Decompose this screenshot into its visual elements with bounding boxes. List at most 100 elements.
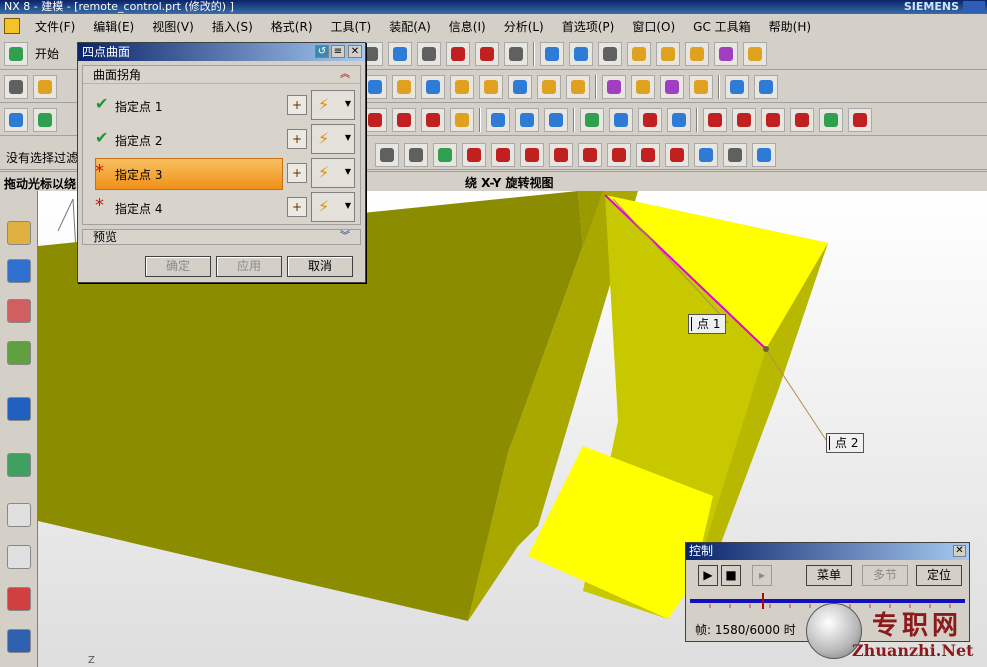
- clock-icon[interactable]: [7, 503, 31, 527]
- section-icon[interactable]: [446, 41, 471, 66]
- specify-point-row-2[interactable]: ✔ 指定点 2 + ⚡ ▼: [87, 124, 357, 156]
- reuse-library-icon[interactable]: [7, 341, 31, 365]
- fast-forward-icon[interactable]: [790, 107, 814, 132]
- dialog-collapse-icon[interactable]: ≡: [331, 45, 345, 58]
- point-dialog-button[interactable]: +: [287, 197, 307, 217]
- rotate-icon[interactable]: [375, 142, 399, 167]
- point-on-curve-icon[interactable]: [665, 142, 689, 167]
- pad-icon[interactable]: [508, 74, 532, 99]
- menu-button[interactable]: 菜单: [806, 565, 852, 586]
- apply-button[interactable]: 应用: [216, 256, 282, 277]
- part-navigator-icon[interactable]: [7, 299, 31, 323]
- menu-window[interactable]: 窗口(O): [623, 18, 684, 35]
- new-icon[interactable]: [4, 74, 28, 99]
- boss-icon[interactable]: [450, 74, 474, 99]
- specify-point-row-1[interactable]: ✔ 指定点 1 + ⚡ ▼: [87, 90, 357, 122]
- layer-settings-icon[interactable]: [33, 107, 57, 132]
- dialog-reset-icon[interactable]: ↺: [315, 45, 329, 58]
- menu-edit[interactable]: 编辑(E): [84, 18, 143, 35]
- inferred-point-dropdown[interactable]: ⚡ ▼: [311, 192, 355, 222]
- snap-points-icon[interactable]: [433, 142, 457, 167]
- mid-point-icon[interactable]: [491, 142, 515, 167]
- picked-point-marker[interactable]: [763, 346, 769, 352]
- multi-section-button[interactable]: 多节: [862, 565, 908, 586]
- snap-icon[interactable]: [685, 41, 710, 66]
- menu-analysis[interactable]: 分析(L): [495, 18, 553, 35]
- check-icon[interactable]: [580, 107, 604, 132]
- specify-point-row-3[interactable]: * 指定点 3 + ⚡ ▼: [87, 158, 357, 190]
- trim-icon[interactable]: [660, 74, 684, 99]
- wcs-icon[interactable]: [627, 41, 652, 66]
- assembly-navigator-icon[interactable]: [7, 221, 31, 245]
- specify-point-row-4[interactable]: * 指定点 4 + ⚡ ▼: [87, 192, 357, 224]
- step-back-icon[interactable]: [732, 107, 756, 132]
- web-browser-icon[interactable]: [7, 397, 31, 421]
- control-point-icon[interactable]: [520, 142, 544, 167]
- thread-icon[interactable]: [450, 107, 474, 132]
- edit-object-icon[interactable]: [656, 41, 681, 66]
- measure-icon[interactable]: [743, 41, 768, 66]
- selection-filter-label[interactable]: 没有选择过滤: [6, 149, 78, 166]
- menu-tools[interactable]: 工具(T): [322, 18, 381, 35]
- spring-icon[interactable]: [515, 107, 539, 132]
- group-icon[interactable]: [392, 107, 416, 132]
- point-dialog-button[interactable]: +: [287, 95, 307, 115]
- through-curves-icon[interactable]: [566, 74, 590, 99]
- constraint-navigator-icon[interactable]: [7, 259, 31, 283]
- menu-file[interactable]: 文件(F): [26, 18, 84, 35]
- end-point-icon[interactable]: [462, 142, 486, 167]
- chamfer-icon[interactable]: [631, 74, 655, 99]
- assembly-icon[interactable]: [609, 107, 633, 132]
- specify-point-label[interactable]: 指定点 3: [115, 166, 162, 183]
- locate-button[interactable]: 定位: [916, 565, 962, 586]
- extrude-icon[interactable]: [363, 74, 387, 99]
- table-icon[interactable]: [638, 107, 662, 132]
- render-style-icon[interactable]: [504, 41, 529, 66]
- surface-icon[interactable]: [725, 74, 749, 99]
- shade-icon[interactable]: [417, 41, 442, 66]
- menu-assembly[interactable]: 装配(A): [380, 18, 440, 35]
- stop-button[interactable]: ■: [721, 565, 741, 586]
- menu-format[interactable]: 格式(R): [262, 18, 322, 35]
- chevron-down-icon[interactable]: ︾: [340, 230, 350, 244]
- point-dialog-button[interactable]: +: [287, 163, 307, 183]
- constraint-icon[interactable]: [544, 107, 568, 132]
- chevron-up-icon[interactable]: ︽: [340, 66, 350, 84]
- roles-icon[interactable]: [7, 545, 31, 569]
- shell-icon[interactable]: [689, 74, 713, 99]
- menu-insert[interactable]: 插入(S): [203, 18, 262, 35]
- menu-information[interactable]: 信息(I): [440, 18, 495, 35]
- dialog-close-icon[interactable]: ✕: [348, 45, 362, 58]
- specify-point-label[interactable]: 指定点 1: [115, 98, 162, 115]
- history-icon[interactable]: [7, 453, 31, 477]
- play-button[interactable]: ▶: [698, 565, 718, 586]
- arc-center-icon[interactable]: [578, 142, 602, 167]
- system-scenes-icon[interactable]: [7, 629, 31, 653]
- wcs-origin-icon[interactable]: [4, 107, 28, 132]
- surface-corners-header[interactable]: 曲面拐角 ︽: [83, 66, 360, 84]
- clip-icon[interactable]: [475, 41, 500, 66]
- cube-icon[interactable]: [752, 142, 776, 167]
- grid-icon[interactable]: [723, 142, 747, 167]
- menu-preferences[interactable]: 首选项(P): [553, 18, 624, 35]
- rewind-icon[interactable]: [703, 107, 727, 132]
- point-dialog-button[interactable]: +: [287, 129, 307, 149]
- close-icon[interactable]: ✕: [953, 545, 966, 557]
- palette-icon[interactable]: [7, 587, 31, 611]
- view-triad-icon[interactable]: [569, 41, 594, 66]
- cylinder-icon[interactable]: [486, 107, 510, 132]
- object-display-icon[interactable]: [363, 107, 387, 132]
- point-on-face-icon[interactable]: [694, 142, 718, 167]
- specify-point-label[interactable]: 指定点 2: [115, 132, 162, 149]
- revolve-icon[interactable]: [392, 74, 416, 99]
- select-box-icon[interactable]: [404, 142, 428, 167]
- block-icon[interactable]: [388, 41, 413, 66]
- start-icon[interactable]: [4, 41, 28, 66]
- inferred-point-dropdown[interactable]: ⚡ ▼: [311, 158, 355, 188]
- analysis-icon[interactable]: [714, 41, 739, 66]
- blend-icon[interactable]: [602, 74, 626, 99]
- layer-icon[interactable]: [598, 41, 623, 66]
- preview-group[interactable]: 预览 ︾: [82, 229, 361, 245]
- quadrant-icon[interactable]: [607, 142, 631, 167]
- menu-view[interactable]: 视图(V): [143, 18, 203, 35]
